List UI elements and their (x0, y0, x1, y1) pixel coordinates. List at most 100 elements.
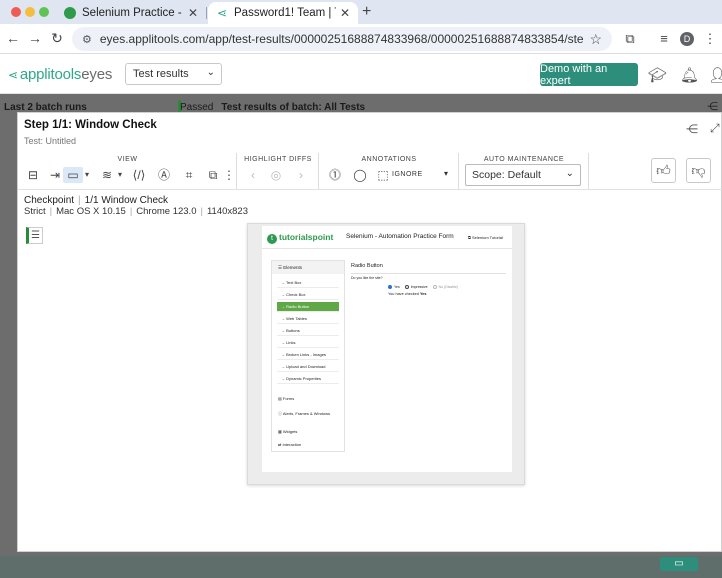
maximize-window-button[interactable] (39, 7, 49, 17)
tp-tutorial-text: Selenium Tutorial (471, 235, 503, 240)
tp-item-label: Web Tables (286, 316, 307, 321)
ignore-label[interactable]: IGNORE (392, 171, 423, 178)
close-tab-icon[interactable]: ✕ (188, 6, 198, 20)
separator: | (200, 206, 203, 217)
tp-side-item: → Text Box (277, 278, 339, 288)
demo-with-expert-button[interactable]: Demo with an expert (540, 63, 638, 87)
radio-unselected-icon (404, 285, 409, 290)
remark-comment-icon[interactable]: ◯ (352, 167, 368, 183)
checkpoint-screenshot[interactable]: t tutorialspoint Selenium - Automation Pr… (247, 223, 525, 485)
modal-title: Step 1/1: Window Check (24, 119, 157, 131)
tp-checked-prefix: You have checked (388, 292, 419, 296)
radio-selected-icon (388, 285, 392, 290)
reload-icon[interactable]: ↻ (48, 30, 66, 47)
chat-bubble-icon[interactable]: ▭ (660, 557, 698, 571)
close-tab-icon[interactable]: ✕ (340, 6, 350, 20)
tp-radio-options: Yes Impressive No (Disable) (384, 285, 458, 290)
tp-item-label: Text Box (286, 280, 302, 285)
back-arrow-icon[interactable]: ← (4, 30, 22, 46)
tp-elements-label: Elements (283, 265, 303, 270)
code-icon[interactable]: ⟨/⟩ (129, 167, 149, 183)
profile-avatar[interactable]: D (680, 32, 694, 46)
tp-option-label: Yes (394, 285, 400, 289)
tp-item-label: Radio Button (286, 304, 310, 309)
viewport-info: 1140x823 (206, 206, 248, 217)
minimize-window-button[interactable] (25, 7, 35, 17)
scope-select[interactable]: Scope: Default ⌄ (465, 164, 581, 186)
radio-disabled-icon (432, 285, 437, 290)
highlight-target-icon[interactable]: ◎ (268, 167, 284, 183)
thumbs-down-button[interactable]: 👎︎ (686, 158, 711, 183)
share-icon[interactable]: ⋲ (686, 122, 698, 136)
screenshot-page: t tutorialspoint Selenium - Automation Pr… (262, 226, 512, 472)
tp-brand-text: tutorialspoint (279, 232, 334, 242)
accessibility-icon[interactable]: Ⓐ (154, 167, 174, 183)
tp-item-label: Dynamic Properties (286, 376, 322, 381)
graduation-cap-icon[interactable]: 🎓︎ (648, 66, 667, 84)
tp-item-label: Buttons (286, 328, 300, 333)
tutorialspoint-logo: t tutorialspoint (267, 232, 333, 244)
new-tab-icon[interactable]: + (362, 3, 371, 21)
tp-option-label: Impressive (410, 285, 428, 289)
tp-side-item: → Check Box (277, 290, 339, 300)
tp-item-label: Upload and Download (286, 364, 326, 369)
bookmark-star-icon[interactable]: ☆ (589, 31, 602, 48)
expand-icon[interactable]: ⤢ (710, 121, 720, 136)
tp-group-label: Alerts, Frames & Windows (282, 411, 331, 416)
separator: | (129, 206, 133, 217)
media-control-icon[interactable]: ≡ (656, 31, 672, 46)
tp-elements-header: ☰ Elements (272, 261, 344, 274)
modal-subtitle: Test: Untitled (24, 136, 77, 146)
auto-maintenance-label: AUTO MAINTENANCE (483, 156, 565, 163)
toolbar-divider (18, 189, 722, 190)
crop-icon[interactable]: ⌗ (179, 167, 199, 183)
address-bar[interactable]: ⚙ eyes.applitools.com/app/test-results/0… (72, 27, 612, 51)
tp-side-item: → Upload and Download (277, 362, 339, 372)
region-icon[interactable]: ⧉ (203, 167, 223, 183)
more-menu-icon[interactable]: ⋮ (702, 31, 718, 47)
forward-arrow-icon[interactable]: → (26, 30, 44, 46)
checkpoint-environment: Strict | Mac OS X 10.15 | Chrome 123.0 | 1140x… (24, 206, 248, 217)
side-panel-toggle[interactable]: ☰ (26, 227, 43, 244)
tp-page-title: Selenium - Automation Practice Form (346, 233, 454, 240)
layers-caret-icon[interactable]: ▾ (115, 167, 125, 183)
checkpoint-info: Checkpoint | 1/1 Window Check (24, 195, 168, 206)
view-caret-icon[interactable]: ▾ (82, 167, 92, 183)
user-menu-icon[interactable]: 👤︎ (708, 66, 722, 84)
side-by-side-view-icon[interactable]: ⊟ (23, 167, 43, 183)
browser-tab-applitools[interactable]: ⋖ Password1! Team | Test Results ✕ (208, 2, 358, 24)
close-window-button[interactable] (11, 7, 21, 17)
applitools-logo[interactable]: ⋖ applitoolseyes (8, 66, 112, 83)
chevron-down-icon: ⌄ (206, 67, 215, 78)
next-diff-icon[interactable]: › (294, 167, 308, 183)
tab-separator (206, 7, 207, 19)
extensions-puzzle-icon[interactable]: ⧉ (622, 31, 638, 47)
browser-tab-selenium[interactable]: Selenium Practice - Radio Butt ✕ (56, 2, 206, 24)
notification-bell-icon[interactable]: 🔔︎ (680, 66, 699, 84)
ignore-region-icon[interactable]: ⬚ (375, 167, 391, 183)
chevron-down-icon: ⌄ (565, 168, 574, 179)
tp-question: Do you like the site? (351, 276, 383, 280)
single-view-icon[interactable]: ▭ (63, 167, 83, 183)
layers-icon[interactable]: ≋ (97, 167, 117, 183)
issue-alert-icon[interactable]: ⓵ (327, 167, 343, 183)
more-options-icon[interactable]: ⋮ (223, 167, 235, 183)
tp-side-item: → Buttons (277, 326, 339, 336)
thumbs-up-button[interactable]: 👍︎ (651, 158, 676, 183)
tp-group: ⓘ Alerts, Frames & Windows (278, 411, 331, 416)
overlay-view-icon[interactable]: ⇥ (45, 167, 65, 183)
site-settings-icon[interactable]: ⚙ (82, 33, 92, 46)
match-level: Strict (24, 206, 46, 217)
bottom-band (0, 556, 722, 578)
results-view-select[interactable]: Test results ⌄ (125, 63, 222, 85)
browser-tabstrip: Selenium Practice - Radio Butt ✕ ⋖ Passw… (0, 0, 722, 24)
checkpoint-label: Checkpoint (24, 195, 75, 206)
tp-group: ▤ Forms (278, 396, 295, 401)
tp-item-label: Check Box (286, 292, 306, 297)
tp-tutorial-link: ⧉ Selenium Tutorial (468, 235, 503, 240)
tp-sidebar: ☰ Elements → Text Box → Check Box → Radi… (271, 260, 345, 452)
prev-diff-icon[interactable]: ‹ (246, 167, 260, 183)
tp-side-item: → Links (277, 338, 339, 348)
ignore-caret-icon[interactable]: ▾ (444, 169, 448, 178)
tp-group: ⇄ Interaction (278, 442, 302, 447)
